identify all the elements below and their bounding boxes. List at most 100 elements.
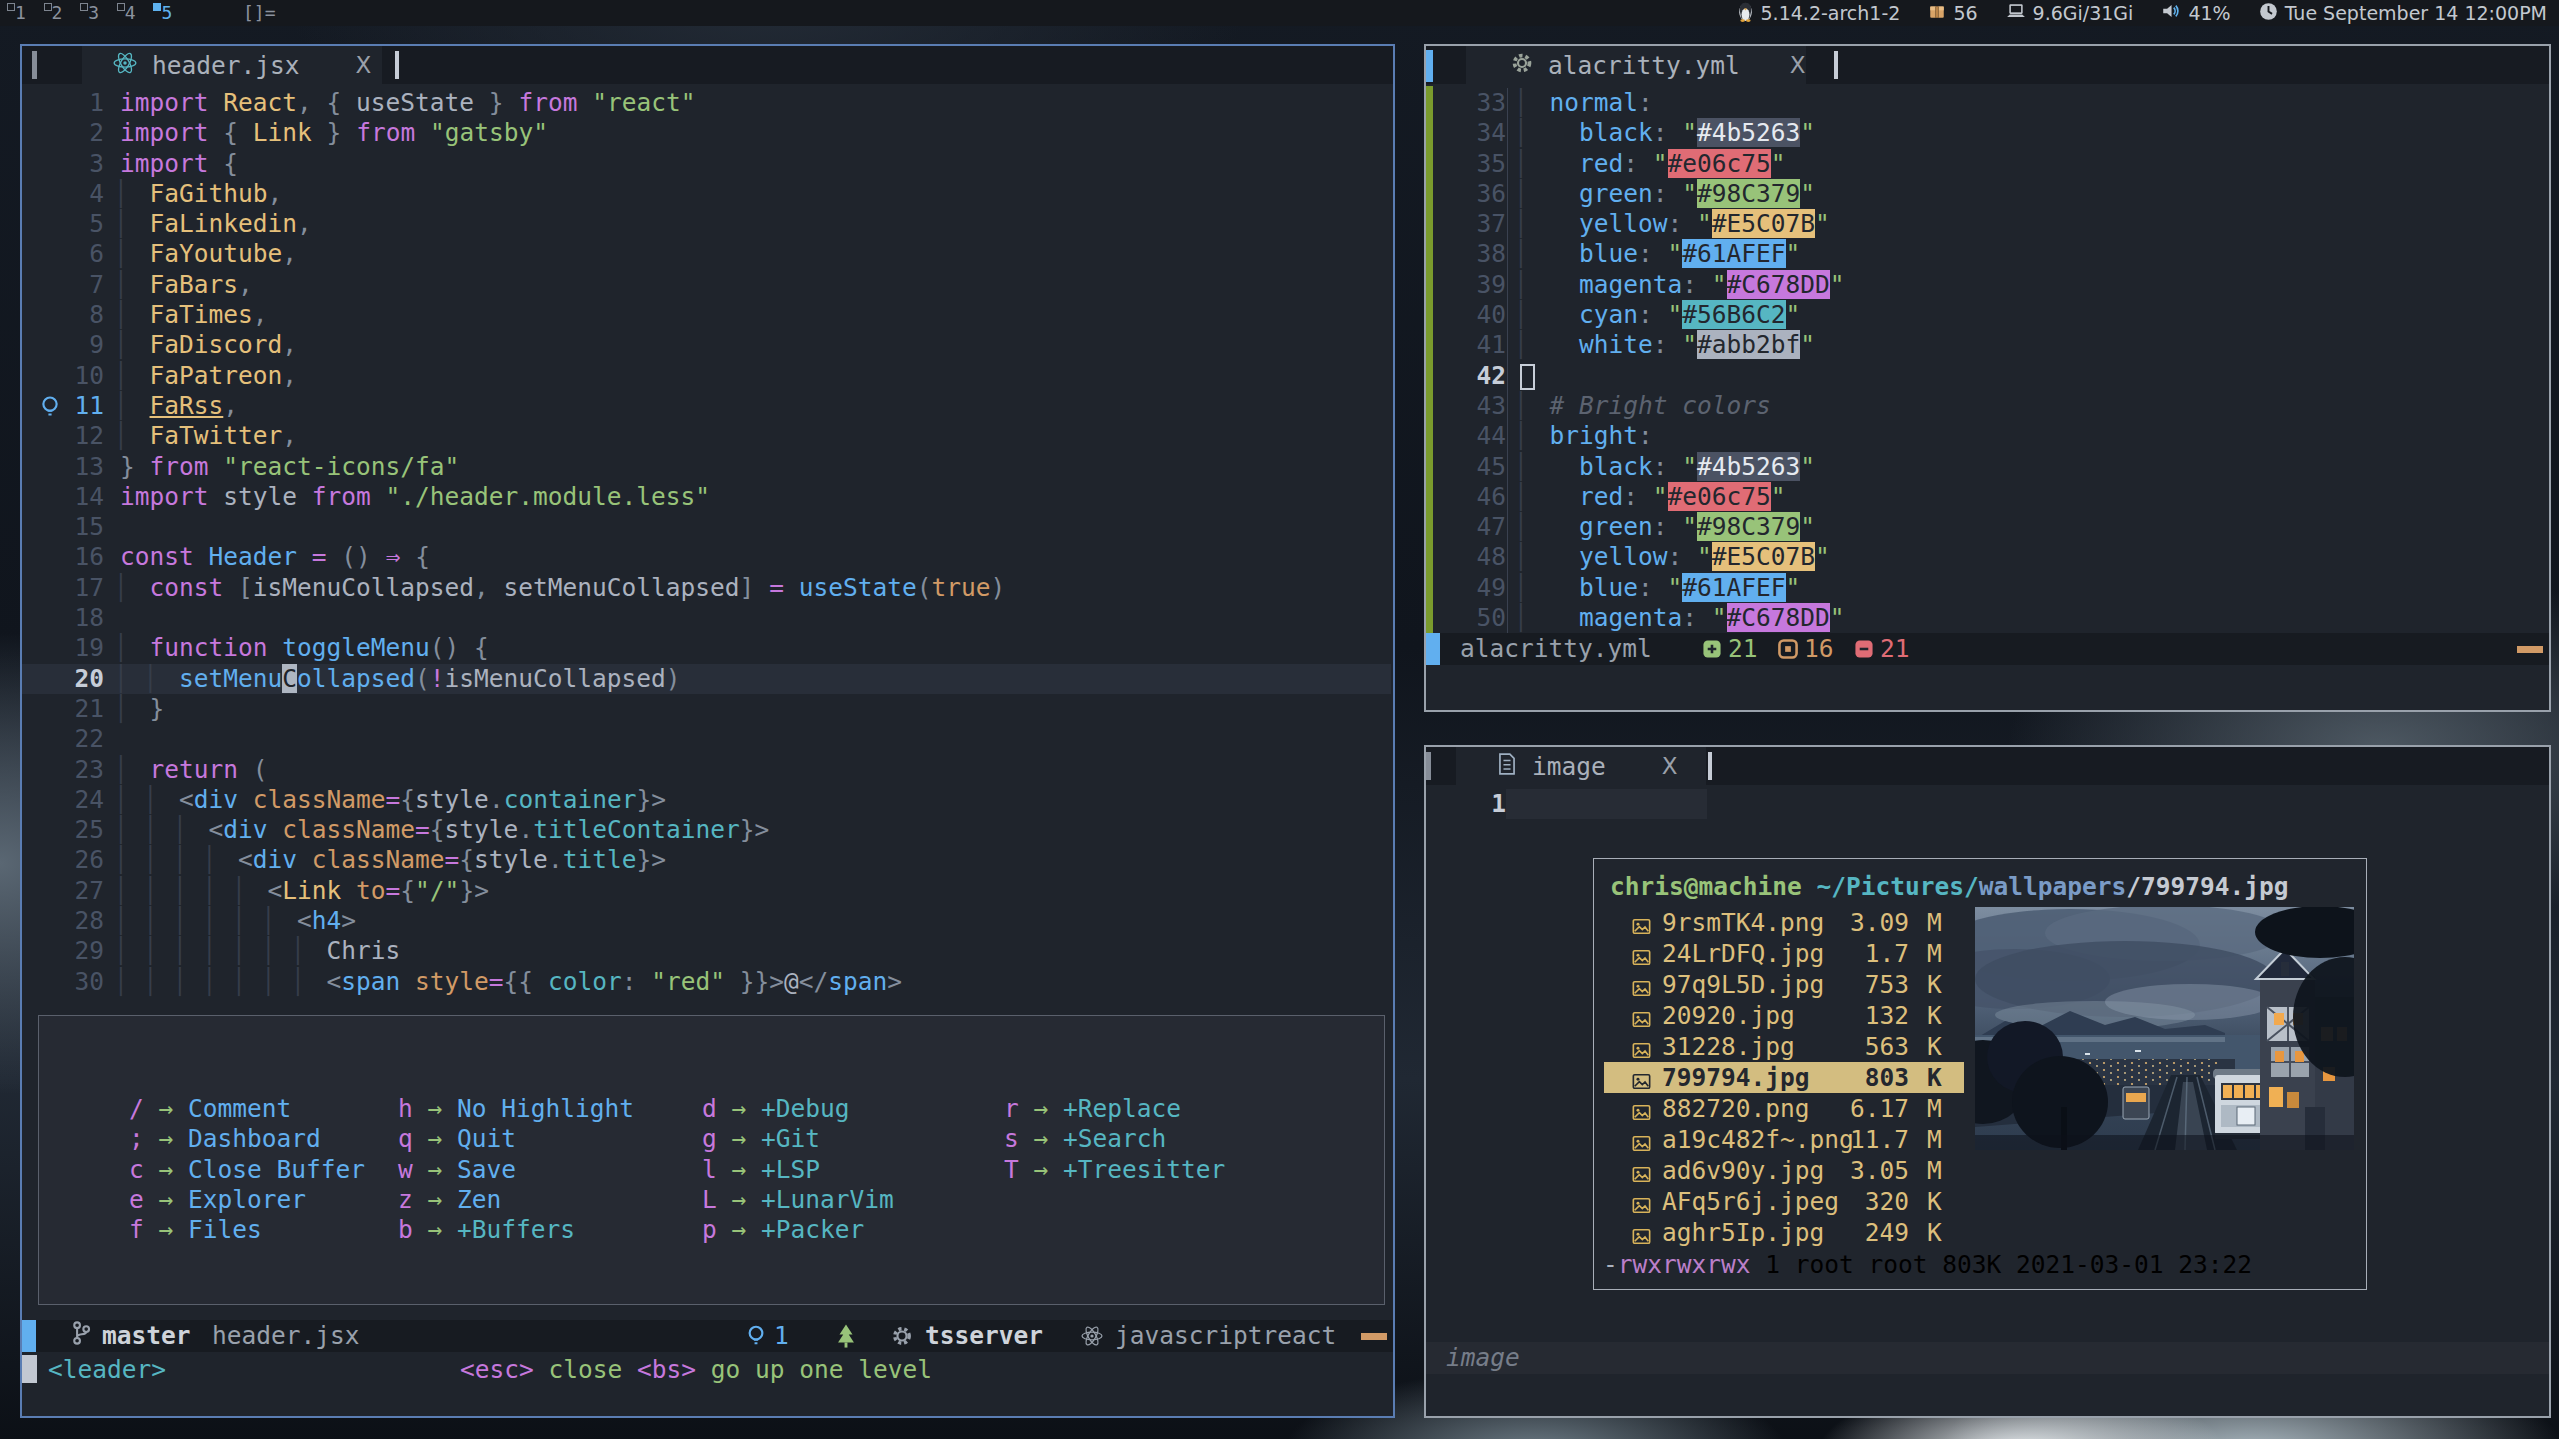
code-line[interactable]: 15 bbox=[22, 512, 1391, 542]
git-branch-name[interactable]: master bbox=[102, 1320, 191, 1352]
whichkey-binding-l[interactable]: l → +LSP bbox=[702, 1155, 820, 1184]
code-line[interactable]: 33▏ normal: bbox=[1426, 88, 2547, 118]
tab-header-jsx[interactable]: header.jsx X bbox=[82, 46, 382, 84]
whichkey-binding-d[interactable]: d → +Debug bbox=[702, 1094, 850, 1123]
code-line[interactable]: 41▏ white: "#abb2bf" bbox=[1426, 330, 2547, 360]
file-row-ad6v90y.jpg[interactable]: ad6v90y.jpg3.05M bbox=[1594, 1155, 2366, 1186]
tab-close-icon[interactable]: X bbox=[1790, 52, 1806, 78]
code-line[interactable]: 3import { bbox=[22, 149, 1391, 179]
file-row-AFq5r6j.jpeg[interactable]: AFq5r6j.jpeg320K bbox=[1594, 1186, 2366, 1217]
tab-image[interactable]: image X bbox=[1456, 747, 1706, 785]
whichkey-binding-L[interactable]: L → +LunarVim bbox=[702, 1185, 894, 1214]
code-line[interactable]: 40▏ cyan: "#56B6C2" bbox=[1426, 300, 2547, 330]
line-number: 2 bbox=[36, 118, 120, 148]
code-line[interactable]: 24▏ ▏ <div className={style.container}> bbox=[22, 785, 1391, 815]
code-line[interactable]: 5▏ FaLinkedin, bbox=[22, 209, 1391, 239]
code-line[interactable]: 22 bbox=[22, 724, 1391, 754]
color-chip: #4b5263 bbox=[1697, 452, 1800, 481]
terminal-window-image[interactable]: image X 1 chris@machine ~/Pictures/wallp… bbox=[1424, 745, 2551, 1418]
code-line[interactable]: 21▏ } bbox=[22, 694, 1391, 724]
whichkey-binding-f[interactable]: f → Files bbox=[129, 1215, 262, 1244]
whichkey-binding-/[interactable]: / → Comment bbox=[129, 1094, 291, 1123]
whichkey-binding-;[interactable]: ; → Dashboard bbox=[129, 1124, 321, 1153]
code-line[interactable]: 27▏ ▏ ▏ ▏ ▏ <Link to={"/"}> bbox=[22, 876, 1391, 906]
code-line[interactable]: 39▏ magenta: "#C678DD" bbox=[1426, 270, 2547, 300]
whichkey-binding-q[interactable]: q → Quit bbox=[398, 1124, 516, 1153]
workspace-5[interactable]: 5 bbox=[161, 0, 172, 26]
code-line[interactable]: 48▏ yellow: "#E5C07B" bbox=[1426, 542, 2547, 572]
whichkey-binding-b[interactable]: b → +Buffers bbox=[398, 1215, 575, 1244]
code-line[interactable]: 23▏ return ( bbox=[22, 755, 1391, 785]
code-line[interactable]: 50▏ magenta: "#C678DD" bbox=[1426, 603, 2547, 633]
code-line[interactable]: 47▏ green: "#98C379" bbox=[1426, 512, 2547, 542]
layout-indicator[interactable]: []= bbox=[243, 0, 276, 25]
code-line[interactable]: 35▏ red: "#e06c75" bbox=[1426, 149, 2547, 179]
whichkey-binding-z[interactable]: z → Zen bbox=[398, 1185, 501, 1214]
code-line[interactable]: 42 bbox=[1426, 361, 2547, 391]
code-line[interactable]: 38▏ blue: "#61AFEF" bbox=[1426, 239, 2547, 269]
code-line[interactable]: 1import React, { useState } from "react" bbox=[22, 88, 1391, 118]
line-number: 38 bbox=[1440, 239, 1520, 269]
code-line[interactable]: 8▏ FaTimes, bbox=[22, 300, 1391, 330]
file-row-aghr5Ip.jpg[interactable]: aghr5Ip.jpg249K bbox=[1594, 1217, 2366, 1248]
whichkey-binding-T[interactable]: T → +Treesitter bbox=[1004, 1155, 1225, 1184]
code-line[interactable]: 7▏ FaBars, bbox=[22, 270, 1391, 300]
code-line[interactable]: 2import { Link } from "gatsby" bbox=[22, 118, 1391, 148]
code-line[interactable]: 49▏ blue: "#61AFEF" bbox=[1426, 573, 2547, 603]
code-line[interactable]: 10▏ FaPatreon, bbox=[22, 361, 1391, 391]
whichkey-binding-g[interactable]: g → +Git bbox=[702, 1124, 820, 1153]
code-line[interactable]: 43▏ # Bright colors bbox=[1426, 391, 2547, 421]
code-line[interactable]: 1 bbox=[1426, 789, 2547, 819]
code-line[interactable]: 30▏ ▏ ▏ ▏ ▏ ▏ ▏ <span style={{ color: "r… bbox=[22, 967, 1391, 997]
whichkey-binding-s[interactable]: s → +Search bbox=[1004, 1124, 1166, 1153]
code-line[interactable]: 4▏ FaGithub, bbox=[22, 179, 1391, 209]
code-line[interactable]: 28▏ ▏ ▏ ▏ ▏ ▏ <h4> bbox=[22, 906, 1391, 936]
file-manager-panel: chris@machine ~/Pictures/wallpapers/7997… bbox=[1593, 858, 2367, 1290]
whichkey-binding-p[interactable]: p → +Packer bbox=[702, 1215, 864, 1244]
command-line bbox=[1426, 665, 2549, 710]
editor-window-header-jsx[interactable]: header.jsx X 1import React, { useState }… bbox=[20, 44, 1395, 1418]
whichkey-binding-r[interactable]: r → +Replace bbox=[1004, 1094, 1181, 1123]
whichkey-binding-w[interactable]: w → Save bbox=[398, 1155, 516, 1184]
whichkey-binding-h[interactable]: h → No Highlight bbox=[398, 1094, 634, 1123]
code-text: ▏ green: "#98C379" bbox=[1520, 512, 1815, 541]
color-chip: #abb2bf bbox=[1697, 330, 1800, 359]
code-line[interactable]: 12▏ FaTwitter, bbox=[22, 421, 1391, 451]
code-line[interactable]: 36▏ green: "#98C379" bbox=[1426, 179, 2547, 209]
tab-label: header.jsx bbox=[152, 51, 300, 80]
code-line[interactable]: 6▏ FaYoutube, bbox=[22, 239, 1391, 269]
whichkey-binding-e[interactable]: e → Explorer bbox=[129, 1185, 306, 1214]
workspace-4[interactable]: 4 bbox=[125, 0, 136, 26]
code-line[interactable]: 17▏ const [isMenuCollapsed, setMenuColla… bbox=[22, 573, 1391, 603]
workspace-3[interactable]: 3 bbox=[88, 0, 99, 26]
code-line[interactable]: 37▏ yellow: "#E5C07B" bbox=[1426, 209, 2547, 239]
code-line[interactable]: 20▏ ▏ setMenuCollapsed(!isMenuCollapsed) bbox=[22, 664, 1391, 694]
code-text: ▏ blue: "#61AFEF" bbox=[1520, 573, 1800, 602]
file-size-unit: K bbox=[1927, 1031, 1942, 1062]
code-line[interactable]: 44▏ bright: bbox=[1426, 421, 2547, 451]
code-line[interactable]: 13} from "react-icons/fa" bbox=[22, 452, 1391, 482]
line-number: 1 bbox=[36, 88, 120, 118]
code-line[interactable]: 29▏ ▏ ▏ ▏ ▏ ▏ ▏ Chris bbox=[22, 936, 1391, 966]
code-line[interactable]: 46▏ red: "#e06c75" bbox=[1426, 482, 2547, 512]
editor-window-alacritty-yml[interactable]: alacritty.yml X 33▏ normal:34▏ black: "#… bbox=[1424, 44, 2551, 712]
workspace-2[interactable]: 2 bbox=[52, 0, 63, 26]
tab-close-icon[interactable]: X bbox=[1662, 753, 1678, 779]
code-line[interactable]: 25▏ ▏ ▏ <div className={style.titleConta… bbox=[22, 815, 1391, 845]
code-line[interactable]: 19▏ function toggleMenu() { bbox=[22, 633, 1391, 663]
tab-alacritty-yml[interactable]: alacritty.yml X bbox=[1466, 46, 1806, 84]
code-line[interactable]: 16const Header = () ⇒ { bbox=[22, 542, 1391, 572]
code-line[interactable]: 18 bbox=[22, 603, 1391, 633]
code-line[interactable]: 34▏ black: "#4b5263" bbox=[1426, 118, 2547, 148]
code-line[interactable]: 11▏ FaRss, bbox=[22, 391, 1391, 421]
code-line[interactable]: 14import style from "./header.module.les… bbox=[22, 482, 1391, 512]
tab-close-icon[interactable]: X bbox=[356, 52, 372, 78]
workspace-1[interactable]: 1 bbox=[15, 0, 26, 26]
code-line[interactable]: 45▏ black: "#4b5263" bbox=[1426, 452, 2547, 482]
code-buffer: 1import React, { useState } from "react"… bbox=[22, 86, 1391, 997]
code-line[interactable]: 9▏ FaDiscord, bbox=[22, 330, 1391, 360]
line-number: 45 bbox=[1440, 452, 1520, 482]
whichkey-hint: <esc> close <bs> go up one level bbox=[460, 1354, 932, 1386]
whichkey-binding-c[interactable]: c → Close Buffer bbox=[129, 1155, 365, 1184]
code-line[interactable]: 26▏ ▏ ▏ ▏ <div className={style.title}> bbox=[22, 845, 1391, 875]
